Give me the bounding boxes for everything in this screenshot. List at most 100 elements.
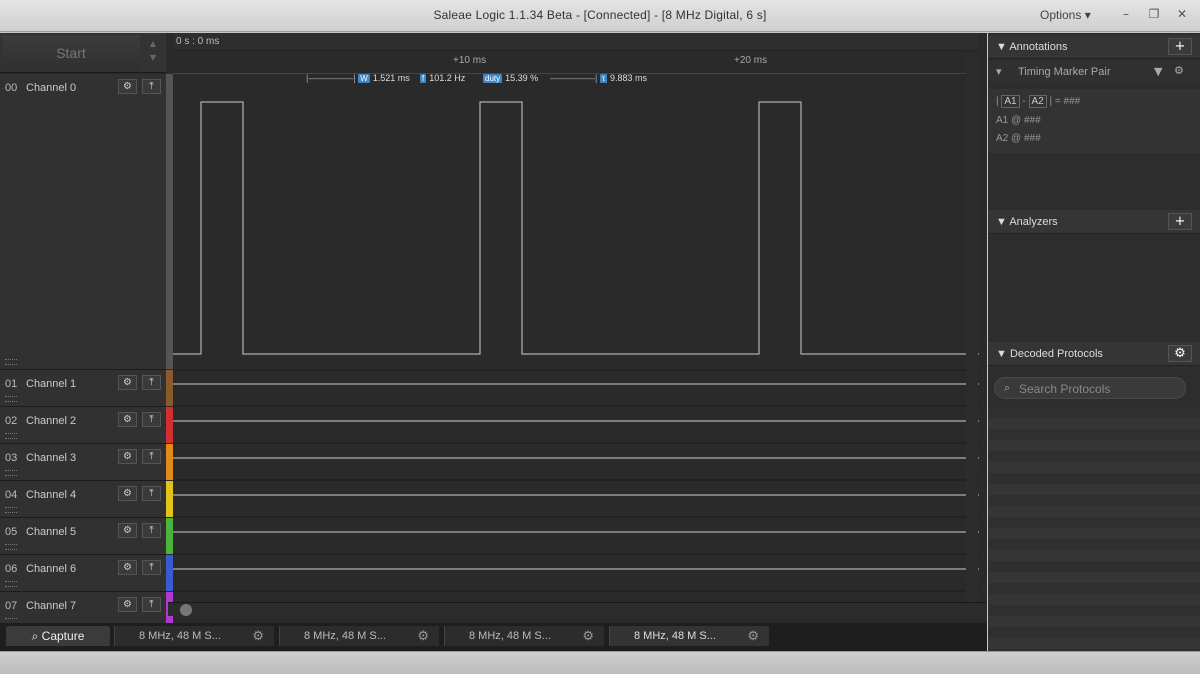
restore-button[interactable]: ❐ bbox=[1143, 5, 1165, 23]
time-origin-bar: 0 s : 0 ms bbox=[173, 33, 979, 51]
channel-name[interactable]: Channel 5 bbox=[26, 526, 76, 538]
channel-number: 03 bbox=[5, 452, 18, 464]
status-bar bbox=[0, 651, 1200, 674]
drag-handle[interactable] bbox=[5, 359, 17, 365]
drag-handle[interactable] bbox=[5, 396, 17, 402]
gear-icon[interactable]: ⚙ bbox=[118, 560, 137, 575]
gear-icon[interactable]: ⚙ bbox=[118, 79, 137, 94]
scroll-thumb[interactable] bbox=[180, 604, 192, 616]
marker-a1: A1 @ ### bbox=[996, 115, 1041, 126]
drag-handle[interactable] bbox=[5, 507, 17, 513]
search-placeholder: Search Protocols bbox=[1019, 382, 1111, 396]
trigger-icon[interactable]: ⤒ bbox=[142, 523, 161, 538]
trigger-icon[interactable]: ⤒ bbox=[142, 560, 161, 575]
gear-icon[interactable]: ⚙ bbox=[118, 449, 137, 464]
session-tab[interactable]: 8 MHz, 48 M S... ⚙ bbox=[279, 626, 439, 646]
channel-row[interactable]: 06 Channel 6 ⚙ ⤒ bbox=[0, 555, 166, 592]
drag-handle[interactable] bbox=[5, 581, 17, 587]
channel-color-strip bbox=[166, 370, 173, 406]
channel-row[interactable]: 02 Channel 2 ⚙ ⤒ bbox=[0, 407, 166, 444]
channel-row[interactable]: 00 Channel 0 ⚙ ⤒ bbox=[0, 74, 166, 370]
channel-number: 05 bbox=[5, 526, 18, 538]
trigger-icon[interactable]: ⤒ bbox=[142, 449, 161, 464]
channel-color-strip bbox=[166, 555, 173, 591]
channel-row[interactable]: 05 Channel 5 ⚙ ⤒ bbox=[0, 518, 166, 555]
channel-name[interactable]: Channel 1 bbox=[26, 378, 76, 390]
add-analyzer-button[interactable]: + bbox=[1168, 213, 1192, 230]
trigger-icon[interactable]: ⤒ bbox=[142, 375, 161, 390]
marker-a2: A2 @ ### bbox=[996, 133, 1041, 144]
session-tab-active[interactable]: 8 MHz, 48 M S... ⚙ bbox=[609, 626, 769, 646]
start-arrows[interactable]: ▲ ▼ bbox=[143, 37, 163, 69]
capture-label: Capture bbox=[41, 629, 85, 643]
gear-icon[interactable]: ⚙ bbox=[747, 626, 759, 646]
session-tab[interactable]: 8 MHz, 48 M S... ⚙ bbox=[444, 626, 604, 646]
ruler-tick: +10 ms bbox=[453, 55, 487, 66]
trigger-icon[interactable]: ⤒ bbox=[142, 597, 161, 612]
annotations-title: ▼ Annotations bbox=[996, 41, 1068, 53]
drag-handle[interactable] bbox=[5, 470, 17, 476]
channel-row[interactable]: 04 Channel 4 ⚙ ⤒ bbox=[0, 481, 166, 518]
drag-handle[interactable] bbox=[5, 433, 17, 439]
analyzers-header: ▼ Analyzers + bbox=[988, 210, 1200, 234]
channel-name[interactable]: Channel 6 bbox=[26, 563, 76, 575]
channel-name[interactable]: Channel 4 bbox=[26, 489, 76, 501]
gear-icon[interactable]: ⚙ bbox=[118, 486, 137, 501]
gear-icon[interactable]: ⚙ bbox=[118, 375, 137, 390]
trigger-icon[interactable]: ⤒ bbox=[142, 412, 161, 427]
drag-handle[interactable] bbox=[5, 544, 17, 550]
capture-tab[interactable]: ⌕ Capture bbox=[6, 626, 110, 646]
channel-row[interactable]: 01 Channel 1 ⚙ ⤒ bbox=[0, 370, 166, 407]
channel-color-strip bbox=[166, 407, 173, 443]
trigger-icon[interactable]: ⤒ bbox=[142, 79, 161, 94]
session-tab[interactable]: 8 MHz, 48 M S... ⚙ bbox=[114, 626, 274, 646]
channel-name[interactable]: Channel 7 bbox=[26, 600, 76, 612]
channel-name[interactable]: Channel 0 bbox=[26, 82, 76, 94]
decoded-title: ▼ Decoded Protocols bbox=[996, 348, 1103, 360]
trigger-icon[interactable]: ⤒ bbox=[142, 486, 161, 501]
protocol-search[interactable]: ⌕ Search Protocols bbox=[994, 377, 1186, 399]
pin-icon: ▾ bbox=[996, 65, 1002, 78]
session-tab-label: 8 MHz, 48 M S... bbox=[139, 630, 221, 642]
channel-name[interactable]: Channel 3 bbox=[26, 452, 76, 464]
gear-icon[interactable]: ⚙ bbox=[1174, 64, 1184, 77]
side-panel: ▼ Annotations + ▾ Timing Marker Pair ▼ ⚙… bbox=[988, 33, 1200, 651]
dropdown-icon[interactable]: ▼ bbox=[1154, 65, 1162, 78]
channel-color-strip bbox=[166, 518, 173, 554]
gear-icon[interactable]: ⚙ bbox=[118, 597, 137, 612]
vertical-scrollbar[interactable] bbox=[966, 53, 978, 608]
waveform-canvas[interactable] bbox=[173, 74, 979, 630]
gear-icon[interactable]: ⚙ bbox=[582, 626, 594, 646]
session-tab-label: 8 MHz, 48 M S... bbox=[634, 630, 716, 642]
horizontal-scrollbar[interactable] bbox=[168, 602, 986, 616]
timing-marker-label: Timing Marker Pair bbox=[1018, 66, 1111, 78]
gear-icon[interactable]: ⚙ bbox=[118, 412, 137, 427]
channel-row[interactable]: 03 Channel 3 ⚙ ⤒ bbox=[0, 444, 166, 481]
channel-number: 04 bbox=[5, 489, 18, 501]
decoded-header: ▼ Decoded Protocols ⚙ bbox=[988, 342, 1200, 366]
search-icon: ⌕ bbox=[1004, 381, 1011, 394]
channel-name[interactable]: Channel 2 bbox=[26, 415, 76, 427]
channel-color-strip bbox=[166, 74, 173, 369]
add-annotation-button[interactable]: + bbox=[1168, 38, 1192, 55]
capture-icon: ⌕ bbox=[31, 629, 42, 643]
session-tab-label: 8 MHz, 48 M S... bbox=[304, 630, 386, 642]
annotation-details: | A1 - A2 | = ### A1 @ ### A2 @ ### bbox=[988, 89, 1200, 153]
gear-icon[interactable]: ⚙ bbox=[118, 523, 137, 538]
analyzers-title: ▼ Analyzers bbox=[996, 216, 1058, 228]
title-bar: Saleae Logic 1.1.34 Beta - [Connected] -… bbox=[0, 0, 1200, 32]
session-tab-label: 8 MHz, 48 M S... bbox=[469, 630, 551, 642]
time-ruler[interactable]: +10 ms +20 ms bbox=[173, 52, 979, 74]
decoded-settings-button[interactable]: ⚙ bbox=[1168, 345, 1192, 362]
start-button[interactable]: Start bbox=[2, 35, 140, 71]
close-button[interactable]: ✕ bbox=[1171, 5, 1193, 23]
decoded-list bbox=[988, 407, 1200, 651]
channel-number: 01 bbox=[5, 378, 18, 390]
timing-marker-row[interactable]: ▾ Timing Marker Pair ▼ ⚙ bbox=[988, 61, 1200, 83]
minimize-button[interactable]: – bbox=[1115, 5, 1137, 23]
gear-icon[interactable]: ⚙ bbox=[417, 626, 429, 646]
time-origin: 0 s : 0 ms bbox=[176, 36, 220, 47]
options-menu[interactable]: Options ▾ bbox=[1040, 8, 1091, 22]
gear-icon[interactable]: ⚙ bbox=[252, 626, 264, 646]
channel-color-strip bbox=[166, 444, 173, 480]
